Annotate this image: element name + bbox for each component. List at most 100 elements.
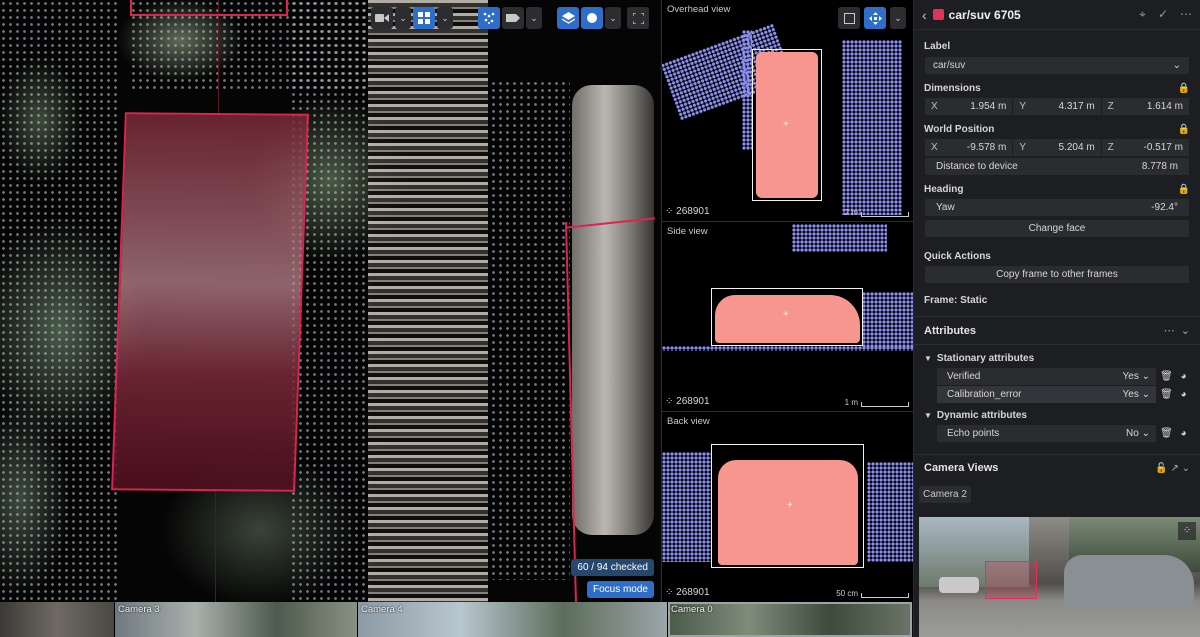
position-x-field[interactable]: X -9.578 m: [925, 139, 1013, 156]
frame-id-value: 268901: [676, 587, 710, 598]
attributes-title: Attributes: [924, 324, 976, 337]
label-tag-icon[interactable]: [502, 7, 524, 29]
chevron-down-icon[interactable]: ⌄: [1181, 325, 1190, 337]
side-view[interactable]: + Side view ⁘ 268901 1 m: [662, 222, 913, 412]
lock-icon[interactable]: 🔒: [1178, 83, 1190, 94]
copy-frame-button[interactable]: Copy frame to other frames: [925, 266, 1189, 283]
trash-icon[interactable]: 🗑: [1160, 371, 1173, 382]
external-link-icon[interactable]: ↗: [1170, 463, 1178, 474]
attribute-value: Yes: [1122, 389, 1139, 400]
viewport-toolbar-camera: ⌄ ⌄: [371, 7, 453, 29]
attribute-select[interactable]: Verified Yes ⌄: [937, 368, 1156, 385]
camera-chip[interactable]: Camera 2: [919, 486, 971, 503]
points-back-right: [867, 462, 913, 562]
dimension-y-field[interactable]: Y 4.317 m: [1013, 98, 1101, 115]
attributes-actions: ⋯ ⌄: [1164, 324, 1190, 337]
chevron-down-icon[interactable]: ⌄: [890, 7, 906, 29]
position-x-value: -9.578 m: [966, 142, 1007, 153]
palette-icon[interactable]: ◕: [1177, 389, 1190, 400]
move-arrows-icon[interactable]: [864, 7, 886, 29]
chevron-down-icon[interactable]: ⌄: [395, 7, 411, 29]
dimension-z-value: 1.614 m: [1146, 101, 1183, 112]
stationary-attributes-group[interactable]: ▼ Stationary attributes: [914, 353, 1200, 364]
section-title: World Position: [924, 124, 995, 135]
checkmark-icon[interactable]: ✓: [1158, 7, 1168, 22]
camera-views-header[interactable]: Camera Views 🔓 ↗ ⌄: [914, 455, 1200, 481]
dimension-x-field[interactable]: X 1.954 m: [925, 98, 1013, 115]
chevron-down-icon[interactable]: ⌄: [1182, 463, 1190, 474]
back-arrow-icon[interactable]: ‹: [922, 7, 927, 23]
frame-id: ⁘ 268901: [665, 396, 710, 407]
position-z-field[interactable]: Z -0.517 m: [1101, 139, 1189, 156]
chevron-down-icon: ⌄: [1172, 60, 1181, 71]
points-back-left: [662, 452, 712, 562]
camera-views-title: Camera Views: [924, 462, 999, 474]
world-position-row: X -9.578 m Y 5.204 m Z -0.517 m: [925, 139, 1189, 156]
attribute-select[interactable]: Echo points No ⌄: [937, 425, 1156, 442]
camera-preview[interactable]: ⁘: [919, 517, 1200, 637]
overhead-view[interactable]: + Overhead view ⁘ 268901 2 m: [662, 0, 913, 222]
more-options-icon[interactable]: ⋯: [1164, 325, 1175, 337]
camera-thumbnail[interactable]: Camera 0: [668, 602, 912, 637]
chevron-down-icon[interactable]: ⌄: [605, 7, 621, 29]
attribute-value: No: [1126, 428, 1139, 439]
caret-down-icon: ▼: [924, 411, 932, 420]
layers-icon[interactable]: [557, 7, 579, 29]
section-title: Quick Actions: [924, 251, 991, 262]
select-box-icon[interactable]: [838, 7, 860, 29]
frame-static-label: Frame: Static: [914, 295, 1200, 306]
position-y-field[interactable]: Y 5.204 m: [1013, 139, 1101, 156]
yaw-field[interactable]: Yaw -92.4°: [925, 199, 1189, 216]
chevron-down-icon[interactable]: ⌄: [526, 7, 542, 29]
palette-icon[interactable]: ◕: [1177, 371, 1190, 382]
camera-thumbnail[interactable]: Camera 3: [115, 602, 358, 637]
frame-id: ⁘ 268901: [665, 587, 710, 598]
scale-indicator: 1 m: [845, 398, 909, 407]
scale-label: 1 m: [844, 398, 858, 407]
camera-thumbnail[interactable]: Camera 4: [358, 602, 668, 637]
lock-icon[interactable]: 🔓: [1155, 463, 1167, 474]
focus-target-icon[interactable]: ⌖: [1139, 7, 1146, 22]
lock-icon[interactable]: 🔒: [1178, 184, 1190, 195]
label-select[interactable]: car/suv ⌄: [925, 57, 1189, 74]
camera-thumbnail[interactable]: [0, 602, 115, 637]
chevron-down-icon: ⌄: [1141, 371, 1150, 382]
change-face-button[interactable]: Change face: [925, 220, 1189, 237]
lock-icon[interactable]: 🔒: [1178, 124, 1190, 135]
camera-strip: Camera 3 Camera 4 Camera 0: [0, 602, 912, 637]
heading-section-title: Heading 🔒: [914, 184, 1200, 195]
back-view[interactable]: + Back view ⁘ 268901 50 cm: [662, 412, 913, 602]
camera-label: Camera 3: [118, 604, 160, 615]
overhead-view-label: Overhead view: [667, 4, 731, 15]
circle-icon[interactable]: [581, 7, 603, 29]
points-icon[interactable]: [478, 7, 500, 29]
neighbor-bounding-box[interactable]: [130, 0, 288, 16]
scale-indicator: 2 m: [845, 208, 909, 217]
palette-icon[interactable]: ◕: [1177, 428, 1190, 439]
point-cloud-viewport[interactable]: ⌄ ⌄ ⌄ ⌄ 60 / 94 checked Focus mode: [0, 0, 660, 602]
grid-layout-icon[interactable]: [413, 7, 435, 29]
scale-label: 50 cm: [836, 589, 858, 598]
dimensions-row: X 1.954 m Y 4.317 m Z 1.614 m: [925, 98, 1189, 115]
dynamic-attributes-group[interactable]: ▼ Dynamic attributes: [914, 410, 1200, 421]
fullscreen-icon[interactable]: [627, 7, 649, 29]
attribute-select[interactable]: Calibration_error Yes ⌄: [937, 386, 1156, 403]
selected-bounding-box[interactable]: [111, 112, 309, 492]
chevron-down-icon: ⌄: [1141, 428, 1150, 439]
more-options-icon[interactable]: ⋯: [1180, 7, 1192, 22]
points-icon[interactable]: ⁘: [1178, 522, 1196, 540]
dimension-z-field[interactable]: Z 1.614 m: [1101, 98, 1189, 115]
trash-icon[interactable]: 🗑: [1160, 428, 1173, 439]
focus-mode-button[interactable]: Focus mode: [586, 581, 654, 598]
video-camera-icon[interactable]: [371, 7, 393, 29]
object-title: car/suv 6705: [948, 7, 1021, 22]
attributes-header[interactable]: Attributes ⋯ ⌄: [914, 317, 1200, 344]
chevron-down-icon[interactable]: ⌄: [437, 7, 453, 29]
trash-icon[interactable]: 🗑: [1160, 389, 1173, 400]
world-position-section-title: World Position 🔒: [914, 124, 1200, 135]
ground-points: [490, 80, 570, 580]
quick-actions-section-title: Quick Actions: [914, 251, 1200, 262]
label-section-title: Label: [914, 41, 1200, 52]
center-marker-icon: +: [783, 309, 789, 320]
camera-label: Camera 4: [361, 604, 403, 615]
